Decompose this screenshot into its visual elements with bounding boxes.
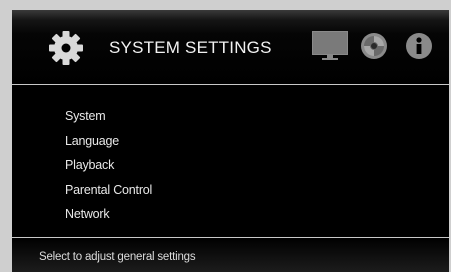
header-divider — [12, 84, 449, 85]
gear-icon — [49, 31, 83, 65]
settings-screen: SYSTEM SETTINGS System Language Playback… — [12, 10, 449, 272]
menu-item-language[interactable]: Language — [65, 129, 152, 154]
menu-item-parental-control[interactable]: Parental Control — [65, 178, 152, 203]
disc-icon[interactable] — [360, 32, 388, 60]
info-icon[interactable] — [405, 32, 433, 60]
header-bar: SYSTEM SETTINGS — [12, 10, 449, 84]
menu-item-system[interactable]: System — [65, 104, 152, 129]
page-title: SYSTEM SETTINGS — [109, 38, 272, 57]
menu-item-network[interactable]: Network — [65, 202, 152, 227]
settings-menu: System Language Playback Parental Contro… — [65, 104, 152, 227]
monitor-icon[interactable] — [312, 31, 348, 61]
menu-item-playback[interactable]: Playback — [65, 153, 152, 178]
status-text: Select to adjust general settings — [39, 251, 196, 263]
